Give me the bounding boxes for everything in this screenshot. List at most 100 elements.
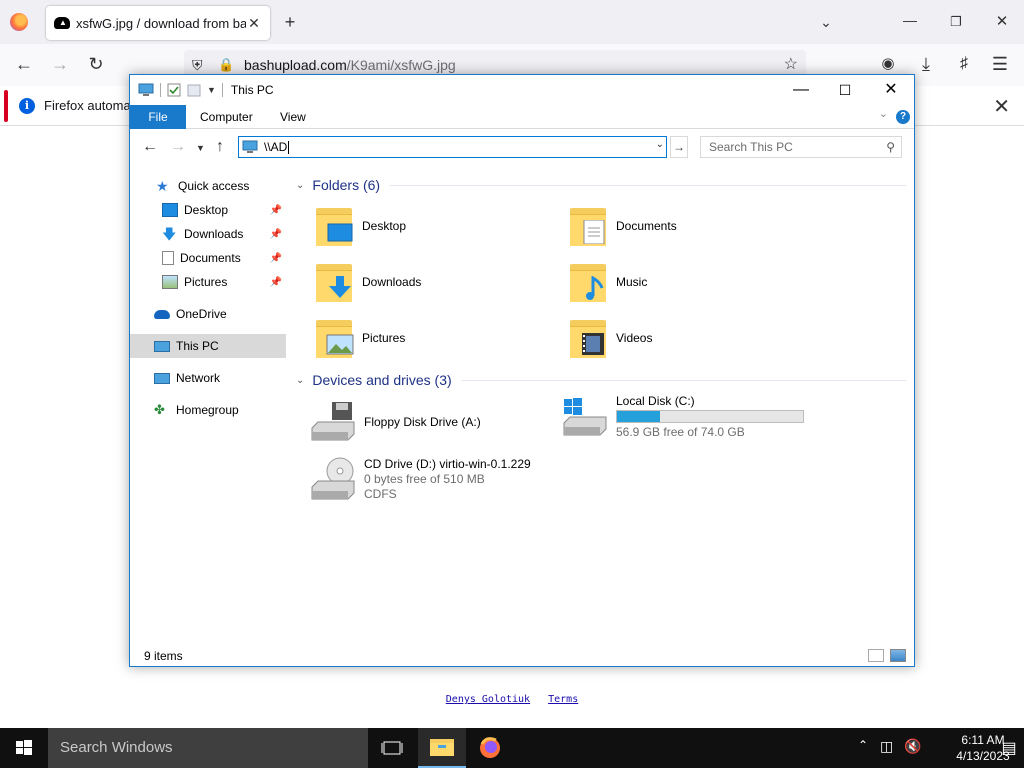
folder-tile-videos[interactable]: Videos [568,313,818,363]
document-icon [162,251,174,265]
back-arrow-icon[interactable]: ← [142,138,158,156]
author-link[interactable]: Denys Golotiuk [446,694,530,705]
folder-tile-pictures[interactable]: Pictures [314,313,564,363]
collapse-chevron-icon[interactable]: ⌄ [296,180,304,191]
address-dropdown-chevron-icon[interactable]: ⌄ [656,139,664,150]
browser-tab[interactable]: ▲ xsfwG.jpg / download from bas ✕ [46,6,270,40]
nav-item-homegroup[interactable]: ✤ Homegroup [130,398,286,422]
download-arrow-icon: 🡇 [162,226,177,242]
folder-tile-documents[interactable]: Documents [568,201,818,251]
desktop-icon [162,203,178,217]
pin-icon[interactable]: 📌 [270,205,282,216]
drive-tile-local-c[interactable]: Local Disk (C:) 56.9 GB free of 74.0 GB [562,389,822,445]
volume-muted-icon[interactable]: 🔇 [904,738,921,755]
folder-tile-desktop[interactable]: Desktop [314,201,564,251]
drive-usage-fill [617,411,660,422]
taskbar-file-explorer[interactable] [418,728,466,768]
nav-item-documents[interactable]: Documents 📌 [130,246,286,270]
restore-browser-button[interactable]: ❐ [944,10,968,34]
forward-arrow-icon[interactable]: → [170,138,186,156]
nav-item-pictures[interactable]: Pictures 📌 [130,270,286,294]
drive-tile-floppy[interactable]: Floppy Disk Drive (A:) [310,397,560,447]
drive-tile-cd-d[interactable]: CD Drive (D:) virtio-win-0.1.229 0 bytes… [310,449,570,509]
expand-ribbon-chevron-icon[interactable]: ⌄ [879,107,888,120]
collapse-chevron-icon[interactable]: ⌄ [296,375,304,386]
nav-item-label: Quick access [178,179,250,193]
taskbar-firefox[interactable] [466,728,514,768]
folder-tile-downloads[interactable]: Downloads [314,257,564,307]
pin-icon[interactable]: 📌 [270,253,282,264]
pin-icon[interactable]: 📌 [270,277,282,288]
start-button[interactable] [0,728,48,768]
customize-qa-chevron-icon[interactable]: ▼ [207,85,216,95]
reload-icon[interactable]: ↻ [84,52,108,76]
folder-tile-music[interactable]: Music [568,257,818,307]
file-explorer-window: ▼ This PC — ☐ ✕ File Computer View ⌄ ? ←… [129,74,915,667]
nav-item-network[interactable]: Network [130,366,286,390]
task-view-button[interactable] [368,728,416,768]
folder-label: Documents [616,219,677,233]
forward-arrow-icon[interactable]: → [48,52,72,76]
network-status-icon[interactable]: ◫ [880,738,893,755]
drives-group-header[interactable]: ⌄ Devices and drives (3) [296,372,910,388]
tab-file[interactable]: File [130,105,186,129]
maximize-button[interactable]: ☐ [822,75,868,105]
nav-item-quick-access[interactable]: ★ Quick access [130,174,286,198]
nav-item-downloads[interactable]: 🡇 Downloads 📌 [130,222,286,246]
task-view-icon [381,741,403,755]
folder-icon [314,260,354,304]
minimize-browser-button[interactable]: — [898,8,922,32]
terms-link[interactable]: Terms [548,694,578,705]
show-hidden-icons-chevron-icon[interactable]: ⌃ [858,738,868,752]
info-icon: i [19,98,35,114]
notification-close-icon[interactable]: ✕ [993,94,1010,119]
pin-icon[interactable]: 📌 [270,229,282,240]
folders-group-header[interactable]: ⌄ Folders (6) [296,177,910,193]
taskbar-search-input[interactable]: Search Windows [48,728,368,768]
extensions-icon[interactable]: ♯ [952,52,976,76]
pocket-icon[interactable]: ◉ [876,52,900,76]
drive-name: Local Disk (C:) [616,394,695,408]
group-divider [461,379,906,381]
nav-item-label: This PC [176,339,219,353]
pictures-icon [162,275,178,289]
address-input[interactable]: \\AD [264,140,290,154]
back-arrow-icon[interactable]: ← [12,52,36,76]
browser-tab-strip: ▲ xsfwG.jpg / download from bas ✕ + ⌄ — … [0,0,1024,44]
properties-icon[interactable] [167,83,181,97]
new-folder-icon[interactable] [187,83,201,97]
nav-item-onedrive[interactable]: OneDrive [130,302,286,326]
downloads-icon[interactable]: ⤓ [914,52,938,76]
close-browser-button[interactable]: ✕ [990,10,1014,34]
recent-locations-chevron-icon[interactable]: ▼ [196,143,205,153]
list-tabs-chevron-icon[interactable]: ⌄ [814,10,838,34]
close-button[interactable]: ✕ [868,75,914,105]
url-path: /K9ami/xsfwG.jpg [346,57,456,73]
folder-icon [314,316,354,360]
up-arrow-icon[interactable]: ↑ [216,138,224,156]
tab-view[interactable]: View [266,105,320,129]
tab-close-icon[interactable]: ✕ [246,15,262,32]
folder-icon [568,260,608,304]
nav-item-label: Downloads [184,227,244,241]
hamburger-menu-icon[interactable]: ☰ [988,52,1012,76]
nav-item-desktop[interactable]: Desktop 📌 [130,198,286,222]
url-domain: bashupload.com [244,57,347,73]
details-view-icon[interactable] [868,649,884,662]
star-icon: ★ [156,178,169,194]
tab-computer[interactable]: Computer [186,105,267,129]
go-arrow-icon[interactable]: → [670,136,688,158]
search-input[interactable]: Search This PC ⚲ [700,136,902,158]
help-icon[interactable]: ? [896,110,910,124]
large-icons-view-icon[interactable] [890,649,906,662]
address-bar[interactable]: \\AD ⌄ [238,136,667,158]
nav-item-this-pc[interactable]: This PC [130,334,286,358]
new-tab-button[interactable]: + [278,10,302,34]
taskbar: Search Windows ⌃ ◫ 🔇 6:11 AM 4/13/2023 ▤ [0,728,1024,768]
action-center-icon[interactable]: ▤ [1000,738,1018,758]
drive-name: CD Drive (D:) virtio-win-0.1.229 [364,456,531,471]
firefox-menu-icon[interactable] [10,13,28,31]
this-pc-icon [138,83,154,96]
minimize-button[interactable]: — [778,75,824,105]
nav-item-label: Desktop [184,203,229,217]
